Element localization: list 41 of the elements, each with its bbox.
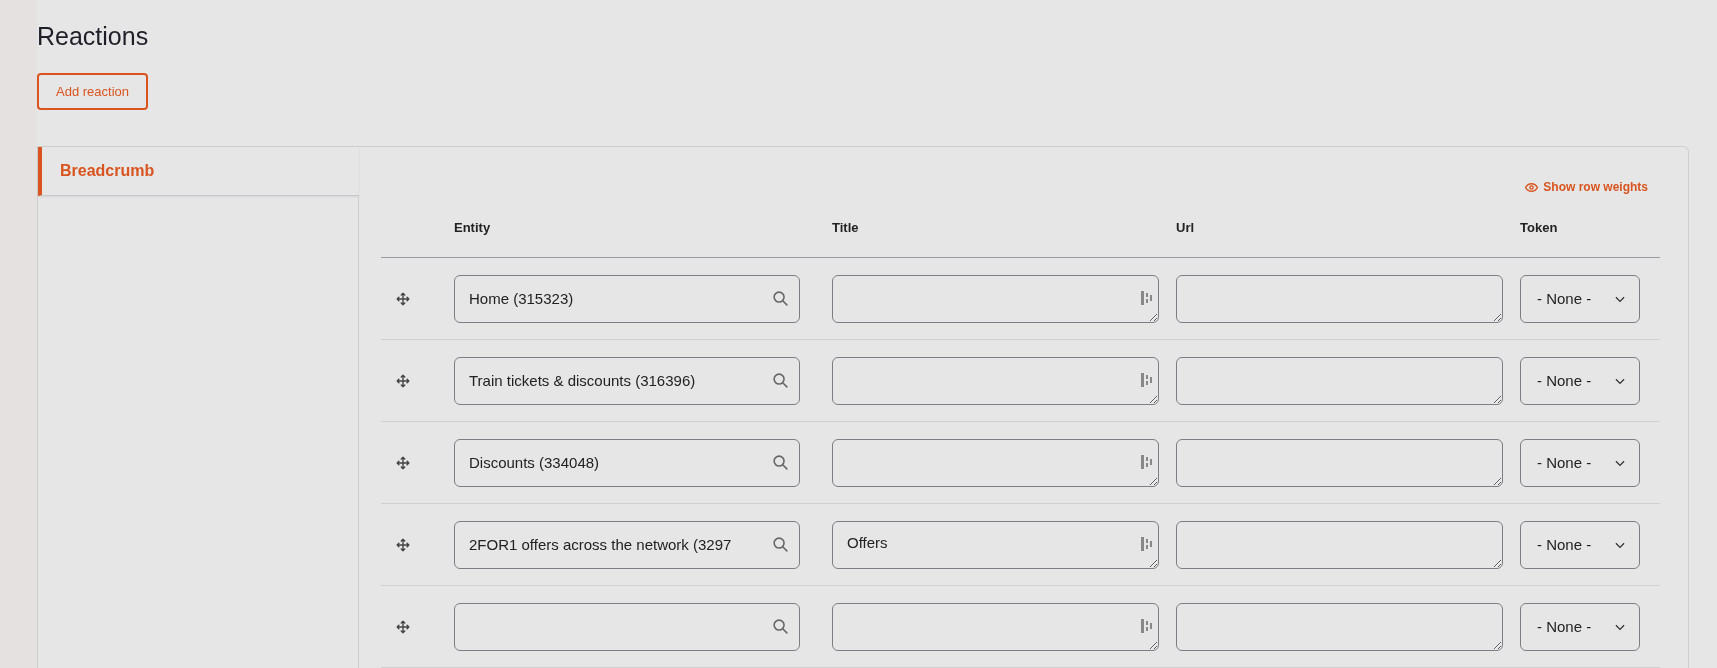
move-icon[interactable]	[396, 619, 410, 634]
page-title: Reactions	[37, 22, 149, 51]
move-icon[interactable]	[396, 291, 410, 306]
text-tool-icon[interactable]	[1141, 454, 1153, 469]
column-header: Entity	[454, 219, 491, 235]
url-field[interactable]	[1176, 520, 1503, 569]
column-header: Title	[832, 219, 859, 235]
token-dropdown[interactable]: - None -	[1520, 520, 1640, 569]
token-dropdown[interactable]: - None -	[1520, 438, 1640, 487]
entity-field[interactable]: Train tickets & discounts (316396)	[454, 356, 800, 405]
token-dropdown[interactable]: - None -	[1520, 602, 1640, 651]
eye-icon	[1525, 180, 1539, 194]
url-field[interactable]	[1176, 438, 1503, 487]
title-field[interactable]	[832, 438, 1159, 487]
url-field[interactable]	[1176, 274, 1503, 323]
entity-field[interactable]: Discounts (334048)	[454, 438, 800, 487]
search-icon[interactable]	[772, 371, 789, 389]
token-dropdown[interactable]: - None -	[1520, 274, 1640, 323]
title-field[interactable]	[832, 274, 1159, 323]
entity-field[interactable]	[454, 602, 800, 651]
title-field[interactable]	[832, 602, 1159, 651]
text-tool-icon[interactable]	[1141, 536, 1153, 551]
token-dropdown[interactable]: - None -	[1520, 356, 1640, 405]
entity-field[interactable]: Home (315323)	[454, 274, 800, 323]
title-field[interactable]	[832, 356, 1159, 405]
entity-field[interactable]: 2FOR1 offers across the network (3297	[454, 520, 800, 569]
search-icon[interactable]	[772, 535, 789, 553]
url-field[interactable]	[1176, 602, 1503, 651]
search-icon[interactable]	[772, 617, 789, 635]
move-icon[interactable]	[396, 373, 410, 388]
column-header: Url	[1176, 219, 1195, 235]
move-icon[interactable]	[396, 455, 410, 470]
text-tool-icon[interactable]	[1141, 618, 1153, 633]
search-icon[interactable]	[772, 289, 789, 307]
text-tool-icon[interactable]	[1141, 372, 1153, 387]
text-tool-icon[interactable]	[1141, 290, 1153, 305]
url-field[interactable]	[1176, 356, 1503, 405]
move-icon[interactable]	[396, 537, 410, 552]
title-field[interactable]: Offers	[832, 520, 1159, 569]
column-header: Token	[1520, 219, 1558, 235]
search-icon[interactable]	[772, 453, 789, 471]
